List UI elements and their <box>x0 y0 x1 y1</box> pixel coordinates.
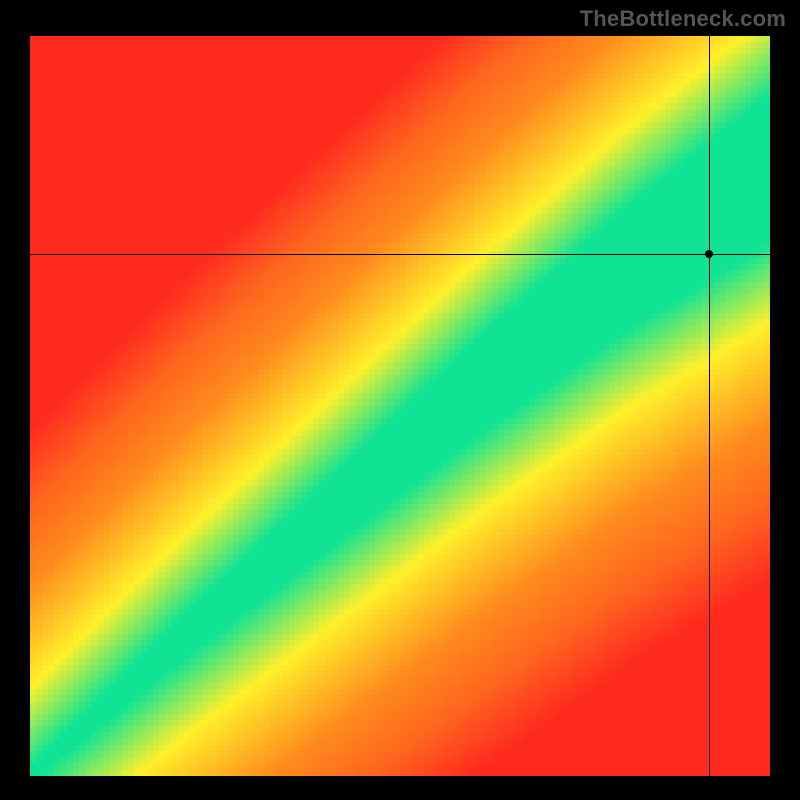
heatmap-plot <box>30 36 770 776</box>
chart-frame: TheBottleneck.com <box>0 0 800 800</box>
watermark-text: TheBottleneck.com <box>580 6 786 32</box>
heatmap-canvas <box>30 36 770 776</box>
